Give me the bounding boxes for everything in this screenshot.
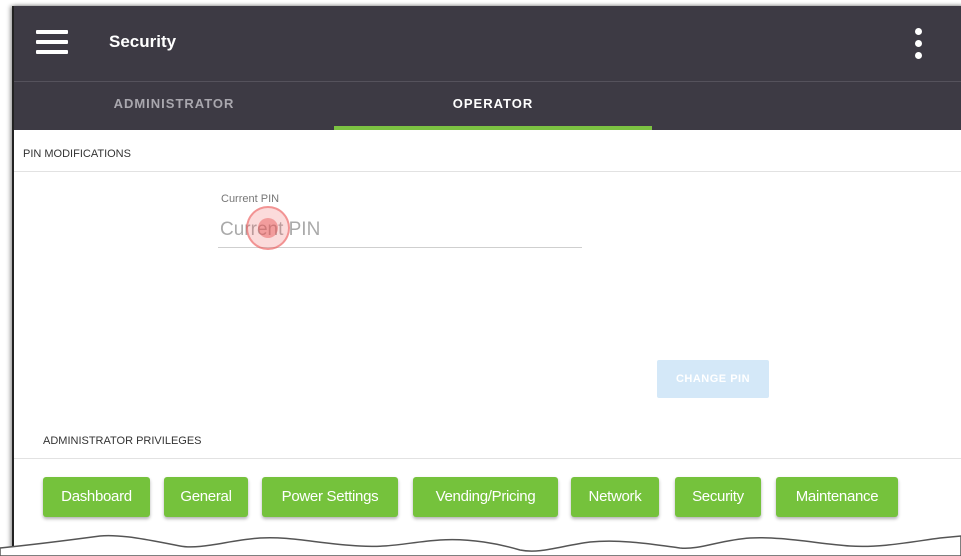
torn-edge bbox=[0, 534, 961, 556]
tab-operator-label: OPERATOR bbox=[452, 96, 534, 111]
tab-bar: ADMINISTRATOR OPERATOR bbox=[14, 81, 961, 130]
section-divider bbox=[14, 458, 961, 459]
tab-administrator[interactable]: ADMINISTRATOR bbox=[14, 82, 334, 130]
active-tab-indicator bbox=[334, 126, 652, 130]
section-divider bbox=[14, 171, 961, 172]
privilege-power-settings[interactable]: Power Settings bbox=[262, 477, 398, 517]
app-bar: Security bbox=[14, 6, 961, 81]
more-vert-icon[interactable] bbox=[914, 28, 924, 62]
app-window: Security ADMINISTRATOR OPERATOR PIN MODI… bbox=[12, 6, 961, 552]
change-pin-button[interactable]: CHANGE PIN bbox=[657, 360, 769, 398]
hamburger-menu-icon[interactable] bbox=[36, 30, 68, 54]
privilege-security[interactable]: Security bbox=[675, 477, 761, 517]
touch-indicator bbox=[246, 206, 290, 250]
tab-operator[interactable]: OPERATOR bbox=[334, 82, 652, 130]
privilege-dashboard[interactable]: Dashboard bbox=[43, 477, 150, 517]
current-pin-label: Current PIN bbox=[221, 193, 280, 205]
privilege-network[interactable]: Network bbox=[571, 477, 659, 517]
page-title: Security bbox=[109, 32, 177, 51]
privilege-maintenance[interactable]: Maintenance bbox=[776, 477, 898, 517]
administrator-privileges-header: ADMINISTRATOR PRIVILEGES bbox=[43, 435, 202, 447]
privilege-general[interactable]: General bbox=[164, 477, 248, 517]
privilege-vending-pricing[interactable]: Vending/Pricing bbox=[413, 477, 558, 517]
pin-modifications-header: PIN MODIFICATIONS bbox=[23, 148, 131, 160]
